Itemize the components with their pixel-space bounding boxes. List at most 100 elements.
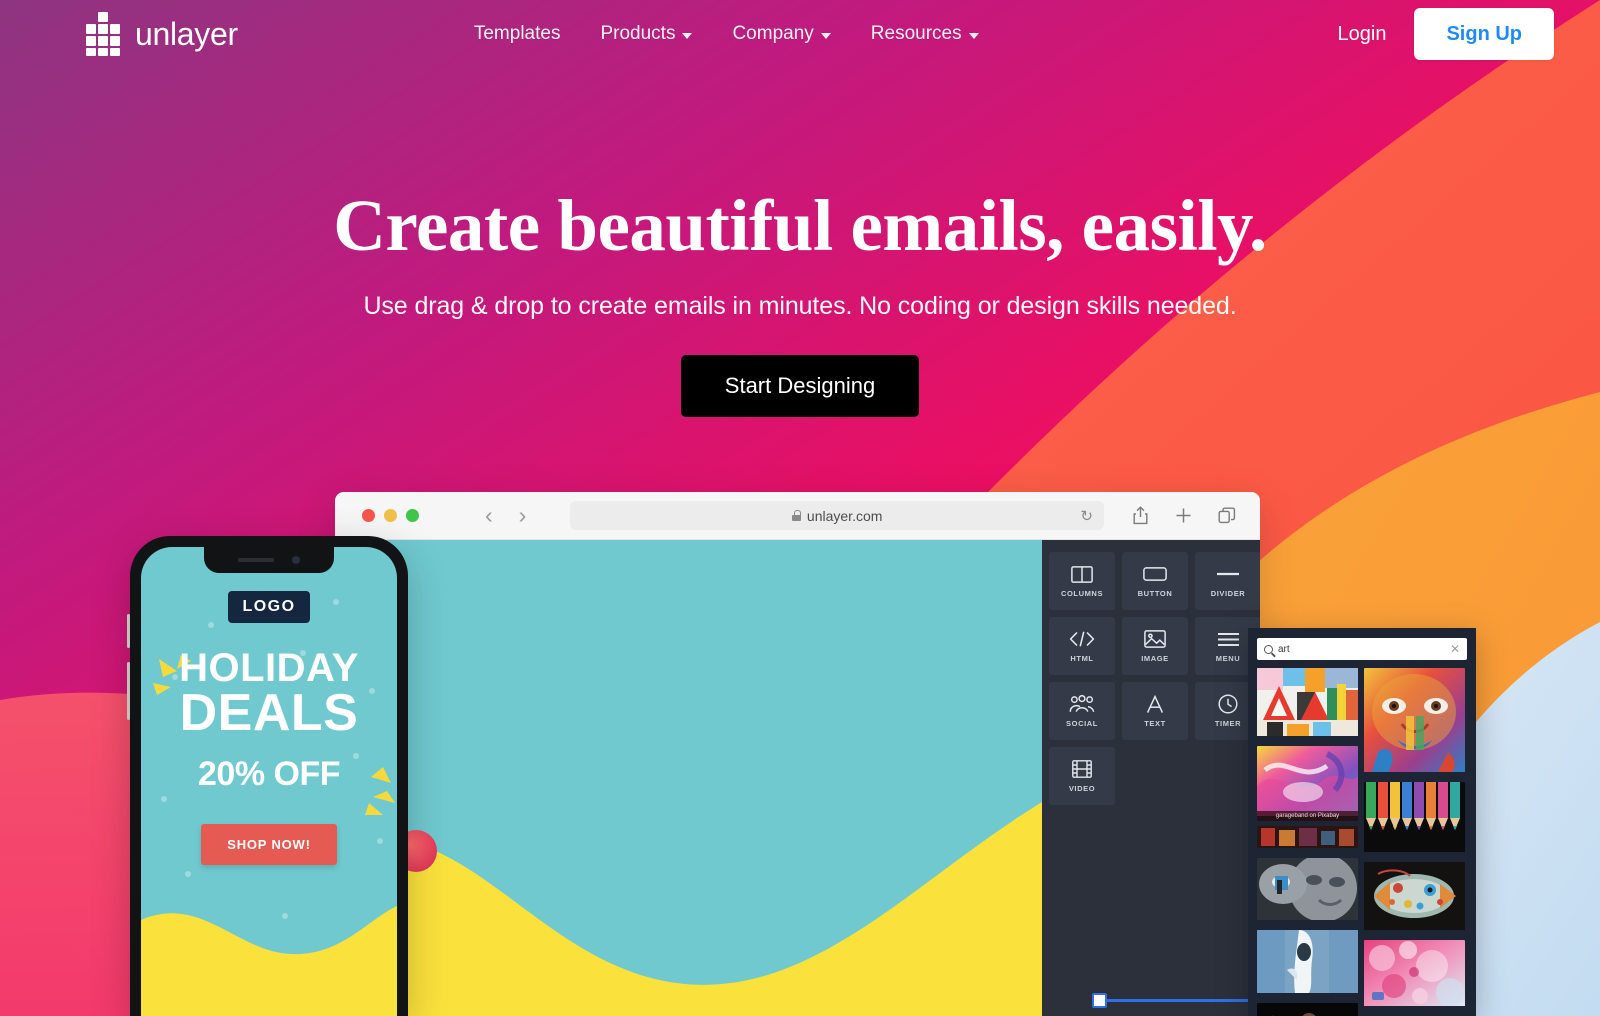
panel-slider-knob[interactable] (1092, 993, 1107, 1008)
nav-item-products[interactable]: Products (600, 23, 693, 45)
people-icon (1069, 694, 1095, 714)
maximize-window-icon[interactable] (406, 509, 419, 522)
copy-tabs-icon[interactable] (1218, 507, 1236, 525)
thumbnail-abstract-paint[interactable]: garageband on Pixabay (1257, 746, 1358, 821)
nav-label-templates: Templates (473, 23, 561, 44)
tool-label-timer: TIMER (1214, 719, 1242, 728)
page-title: Create beautiful emails, easily. (333, 185, 1267, 266)
email-offer-line: 20% OFF (198, 755, 340, 794)
email-logo-chip: LOGO (228, 591, 310, 623)
auth-actions: Login Sign Up (1338, 8, 1554, 60)
login-link[interactable]: Login (1338, 23, 1387, 46)
nav-item-resources[interactable]: Resources (871, 23, 979, 45)
image-search-input[interactable]: art ✕ (1257, 638, 1467, 660)
phone-yellow-wave (141, 906, 397, 1016)
image-column-right (1364, 668, 1465, 1016)
thumb-art-5 (1257, 930, 1358, 993)
tool-columns[interactable]: COLUMNS (1049, 552, 1115, 610)
nav-item-templates[interactable]: Templates (474, 23, 561, 45)
close-icon[interactable]: ✕ (1450, 642, 1460, 656)
thumbnail-colored-pencils[interactable] (1364, 782, 1465, 857)
thumbnail-face-sculpture[interactable] (1257, 858, 1358, 925)
minimize-window-icon[interactable] (384, 509, 397, 522)
tool-label-text: TEXT (1144, 719, 1166, 728)
menu-icon (1217, 629, 1240, 649)
phone-camera-icon (292, 556, 300, 564)
image-results-grid: garageband on Pixabay (1257, 668, 1467, 1016)
nav-label-products: Products (600, 23, 676, 44)
tool-label-menu: MENU (1215, 654, 1241, 663)
canvas-wave-graphic (335, 540, 1042, 1016)
chevron-right-icon[interactable]: › (519, 504, 527, 527)
thumbnail-dancer[interactable] (1257, 1003, 1358, 1016)
window-traffic-lights (362, 509, 419, 522)
tool-label-html: HTML (1070, 654, 1094, 663)
image-library-panel: art ✕ garageband on Pixabay (1248, 628, 1476, 1016)
thumb-art-2 (1257, 746, 1358, 816)
button-icon (1143, 564, 1167, 584)
thumb-art-3 (1257, 826, 1358, 848)
thumbnail-pink-bokeh[interactable] (1364, 940, 1465, 1011)
columns-icon (1071, 564, 1093, 584)
tool-image[interactable]: IMAGE (1122, 617, 1188, 675)
thumbnail-blue-figure[interactable] (1257, 930, 1358, 998)
tool-label-video: VIDEO (1068, 784, 1096, 793)
start-designing-button[interactable]: Start Designing (680, 355, 920, 418)
email-heading-line2: DEALS (179, 684, 359, 743)
email-canvas[interactable] (335, 540, 1042, 1016)
thumb-art-7 (1364, 668, 1465, 772)
film-icon (1072, 759, 1092, 779)
signup-button[interactable]: Sign Up (1414, 8, 1554, 60)
browser-nav-arrows: ‹ › (485, 504, 526, 527)
text-a-icon (1146, 694, 1164, 714)
chevron-down-icon (968, 32, 979, 39)
editor-tools-panel: COLUMNS BUTTON DIVIDER HTML IMAGE MENU S… (1042, 540, 1260, 1016)
panel-slider-track[interactable] (1100, 999, 1252, 1002)
tool-label-button: BUTTON (1137, 589, 1173, 598)
tool-label-divider: DIVIDER (1210, 589, 1246, 598)
thumbnail-dark-art[interactable] (1257, 826, 1358, 853)
thumbnail-geometric-art[interactable] (1257, 668, 1358, 741)
tool-text[interactable]: TEXT (1122, 682, 1188, 740)
image-search-value: art (1278, 643, 1290, 655)
image-column-left: garageband on Pixabay (1257, 668, 1358, 1016)
shop-now-button[interactable]: SHOP NOW! (201, 824, 337, 866)
brand-name: unlayer (135, 16, 238, 52)
phone-speaker (238, 558, 274, 562)
nav-label-company: Company (732, 23, 814, 44)
thumb-art-10 (1364, 940, 1465, 1006)
browser-actions (1132, 506, 1236, 525)
share-icon[interactable] (1132, 506, 1149, 525)
browser-viewport: COLUMNS BUTTON DIVIDER HTML IMAGE MENU S… (335, 540, 1260, 1016)
tool-button[interactable]: BUTTON (1122, 552, 1188, 610)
thumb-art-6 (1257, 1003, 1358, 1016)
thumbnail-painted-face[interactable] (1364, 668, 1465, 777)
url-text: unlayer.com (806, 507, 883, 524)
thumb-art-9 (1364, 862, 1465, 930)
phone-mockup: LOGO HOLIDAY DEALS 20% OFF SHOP NOW! (127, 536, 408, 1016)
phone-frame: LOGO HOLIDAY DEALS 20% OFF SHOP NOW! (130, 536, 408, 1016)
nav-item-company[interactable]: Company (732, 23, 831, 45)
search-icon (1264, 644, 1273, 654)
image-attribution: garageband on Pixabay (1257, 811, 1358, 821)
email-heading-line1: HOLIDAY (179, 646, 359, 690)
lock-icon (791, 510, 801, 521)
address-bar[interactable]: unlayer.com ↻ (570, 501, 1104, 530)
thumb-art-1 (1257, 668, 1358, 736)
tool-label-image: IMAGE (1141, 654, 1169, 663)
thumbnail-folk-fish[interactable] (1364, 862, 1465, 935)
tool-html[interactable]: HTML (1049, 617, 1115, 675)
tool-video[interactable]: VIDEO (1049, 747, 1115, 805)
tool-divider[interactable]: DIVIDER (1195, 552, 1260, 610)
browser-mockup: ‹ › unlayer.com ↻ COLUMNS BUTTON DIVIDER… (335, 492, 1260, 1016)
tool-social[interactable]: SOCIAL (1049, 682, 1115, 740)
reload-icon[interactable]: ↻ (1080, 507, 1093, 525)
code-icon (1069, 629, 1095, 649)
close-window-icon[interactable] (362, 509, 375, 522)
chevron-down-icon (820, 32, 831, 39)
brand-logo[interactable]: unlayer (86, 12, 238, 56)
phone-notch (204, 547, 334, 573)
chevron-left-icon[interactable]: ‹ (485, 504, 493, 527)
plus-icon[interactable] (1175, 507, 1192, 524)
browser-toolbar: ‹ › unlayer.com ↻ (335, 492, 1260, 540)
